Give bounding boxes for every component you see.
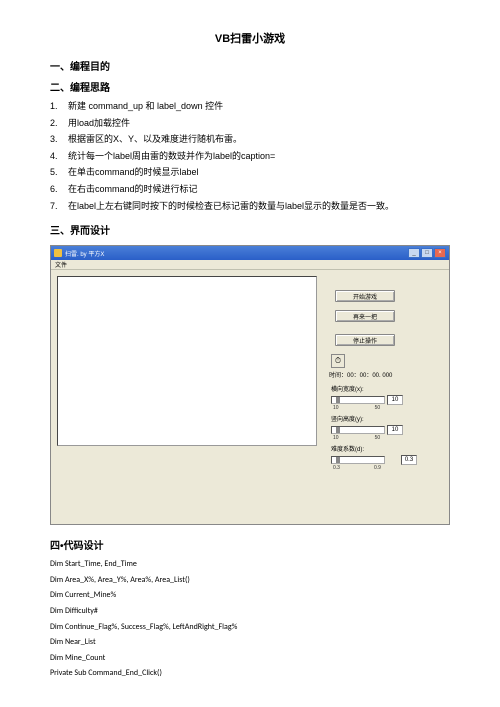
- step-3: 根据雷区的X、Y、以及难度进行随机布雷。: [68, 134, 242, 144]
- step-4: 统计每一个label周由雷的数豉并作为label的caption=: [68, 151, 275, 161]
- option-height: 竖向高度(y): 10 10 50: [331, 414, 435, 441]
- mine-field[interactable]: [57, 276, 317, 446]
- step-list: 1.新建 command_up 和 label_down 控件 2.用load加…: [50, 100, 450, 212]
- window-title: 扫雷. by 平方X: [65, 249, 104, 258]
- step-1: 新建 command_up 和 label_down 控件: [68, 101, 223, 111]
- menubar: 文件: [51, 260, 449, 270]
- diff-slider[interactable]: [331, 456, 385, 464]
- section-idea: 二、编程思路: [50, 79, 450, 94]
- option-width: 横向宽度(x): 10 10 50: [331, 384, 435, 411]
- diff-label: 难度系数(d):: [331, 444, 435, 453]
- titlebar: 扫雷. by 平方X _ □ ×: [51, 246, 449, 260]
- code-line: Dim Mine_Count: [50, 652, 450, 666]
- stop-button[interactable]: 停止操作: [335, 334, 395, 346]
- timer-label: 时间：00：00：00. 000: [329, 370, 429, 379]
- step-7: 在label上左右键同时按下的时候检查已标记雷的数量与label显示的数量是否一…: [68, 201, 394, 211]
- timer-icon[interactable]: ⏱: [331, 354, 345, 368]
- maximize-button[interactable]: □: [421, 248, 433, 258]
- code-line: Private Sub Command_End_Click(): [50, 667, 450, 681]
- option-difficulty: 难度系数(d): 0.3 0.3 0.9: [331, 444, 435, 471]
- width-slider[interactable]: [331, 396, 385, 404]
- step-6: 在右击command的时候进行标记: [68, 184, 198, 194]
- page-title: VB扫雷小游戏: [50, 30, 450, 46]
- height-label: 竖向高度(y):: [331, 414, 435, 423]
- close-button[interactable]: ×: [434, 248, 446, 258]
- code-line: Dim Difficulty#: [50, 605, 450, 619]
- step-2: 用load加载控件: [68, 118, 130, 128]
- again-button[interactable]: 再来一把: [335, 310, 395, 322]
- code-line: Dim Area_X%, Area_Y%, Area%, Area_List(): [50, 574, 450, 588]
- start-button[interactable]: 开始游戏: [335, 290, 395, 302]
- height-slider[interactable]: [331, 426, 385, 434]
- app-icon: [54, 249, 62, 257]
- width-value[interactable]: 10: [387, 395, 403, 405]
- section-ui-design: 三、界而设计: [50, 222, 450, 237]
- minimize-button[interactable]: _: [408, 248, 420, 258]
- step-5: 在单击command的时候显示label: [68, 167, 199, 177]
- code-line: Dim Current_Mine%: [50, 589, 450, 603]
- app-window: 扫雷. by 平方X _ □ × 文件 开始游戏 再来一把 停止操作 ⏱ 时间：…: [50, 245, 450, 525]
- section-code-design: 四•代码设计: [50, 537, 450, 552]
- code-listing: Dim Start_Time, End_Time Dim Area_X%, Ar…: [50, 558, 450, 681]
- code-line: Dim Near_List: [50, 636, 450, 650]
- width-label: 横向宽度(x):: [331, 384, 435, 393]
- code-line: Dim Start_Time, End_Time: [50, 558, 450, 572]
- menu-file[interactable]: 文件: [55, 260, 67, 269]
- height-value[interactable]: 10: [387, 425, 403, 435]
- section-purpose: 一、编程目的: [50, 58, 450, 73]
- diff-value[interactable]: 0.3: [401, 455, 417, 465]
- code-line: Dim Continue_Flag%, Success_Flag%, LeftA…: [50, 621, 450, 635]
